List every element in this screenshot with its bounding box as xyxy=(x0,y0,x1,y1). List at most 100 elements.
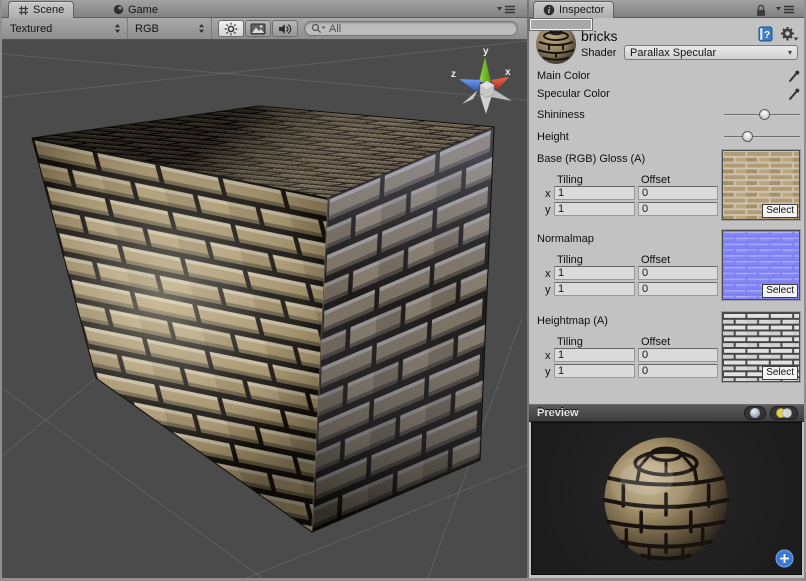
dropdown-arrow-icon: ▾ xyxy=(788,48,792,57)
color-mode-dropdown[interactable]: RGB xyxy=(129,18,212,39)
select-texture-button[interactable]: Select xyxy=(762,366,798,380)
specular-color-label: Specular Color xyxy=(537,88,610,100)
tiling-header: Tiling xyxy=(557,174,583,186)
height-label: Height xyxy=(537,131,569,143)
gizmo-z-label: z xyxy=(451,69,456,80)
up-down-arrows-icon xyxy=(114,23,121,34)
base-texture-thumbnail[interactable]: Select xyxy=(722,150,800,220)
tiling-y-field[interactable] xyxy=(554,202,635,216)
inspector-panel-menu-icon[interactable] xyxy=(775,4,795,14)
tab-scene[interactable]: Scene xyxy=(8,1,74,18)
texture-slot-heightmap: Heightmap (A) Tiling Offset x y xyxy=(529,310,804,390)
inspector-lock-icon[interactable] xyxy=(755,4,767,17)
shininess-slider[interactable] xyxy=(722,108,802,121)
normalmap-texture-thumbnail[interactable]: Select xyxy=(722,230,800,300)
main-color-label: Main Color xyxy=(537,70,590,82)
gear-icon xyxy=(780,26,799,42)
offset-header: Offset xyxy=(641,174,670,186)
search-placeholder: All xyxy=(329,23,341,35)
shader-label: Shader xyxy=(581,47,616,59)
scene-search[interactable]: All xyxy=(304,21,518,36)
x-axis-label: x xyxy=(545,350,551,362)
menu-caret-icon xyxy=(775,4,795,14)
question-book-icon: ? xyxy=(758,26,774,42)
scene-tabbar: Scene Game xyxy=(2,0,527,18)
preview-sphere-render xyxy=(532,423,801,574)
padlock-icon xyxy=(755,4,767,17)
main-color-eyedropper-icon[interactable] xyxy=(788,69,801,83)
scene-3d-render: y z x xyxy=(2,40,527,578)
scene-panel-menu-icon[interactable] xyxy=(496,4,516,14)
offset-header: Offset xyxy=(641,336,670,348)
offset-y-field[interactable] xyxy=(638,202,718,216)
y-axis-label: y xyxy=(545,366,551,378)
select-texture-button[interactable]: Select xyxy=(762,284,798,298)
y-axis-label: y xyxy=(545,284,551,296)
specular-color-eyedropper-icon[interactable] xyxy=(788,87,801,101)
scene-grid-icon xyxy=(18,5,29,16)
tab-game-label: Game xyxy=(128,4,158,16)
preview-viewport[interactable] xyxy=(531,422,802,575)
scene-viewport[interactable]: y z x xyxy=(2,40,527,578)
sphere-icon xyxy=(749,407,761,419)
preview-title: Preview xyxy=(537,407,579,419)
sun-icon xyxy=(224,22,238,36)
material-inspector: bricks ? Shader Parallax S xyxy=(529,18,804,404)
heightmap-texture-thumbnail[interactable]: Select xyxy=(722,312,800,382)
plus-icon xyxy=(775,549,794,568)
settings-button[interactable] xyxy=(780,26,799,45)
gizmo-y-label: y xyxy=(483,46,489,57)
menu-caret-icon xyxy=(496,4,516,14)
shader-dropdown[interactable]: Parallax Specular ▾ xyxy=(624,45,798,60)
scene-panel: Scene Game Textured xyxy=(2,0,527,578)
offset-x-field[interactable] xyxy=(638,266,718,280)
slider-track[interactable] xyxy=(724,136,800,138)
unity-editor-window: Scene Game Textured xyxy=(0,0,806,581)
up-down-arrows-icon xyxy=(198,23,205,34)
offset-y-field[interactable] xyxy=(638,364,718,378)
draw-mode-label: Textured xyxy=(10,23,52,35)
tab-inspector-label: Inspector xyxy=(559,4,604,16)
inspector-panel: i Inspector xyxy=(527,0,804,578)
tab-inspector[interactable]: i Inspector xyxy=(533,1,614,18)
height-slider[interactable] xyxy=(722,130,802,143)
scene-audio-toggle[interactable] xyxy=(272,20,298,37)
help-button[interactable]: ? xyxy=(758,26,774,45)
offset-x-field[interactable] xyxy=(638,348,718,362)
material-preview-panel: Preview xyxy=(529,404,804,578)
tiling-header: Tiling xyxy=(557,336,583,348)
info-icon: i xyxy=(543,4,555,16)
tab-game[interactable]: Game xyxy=(104,1,167,18)
add-button[interactable] xyxy=(775,549,794,568)
texture-slot-normalmap: Normalmap Tiling Offset x y xyxy=(529,228,804,308)
tiling-x-field[interactable] xyxy=(554,186,635,200)
slider-thumb[interactable] xyxy=(742,131,753,142)
x-axis-label: x xyxy=(545,268,551,280)
tiling-header: Tiling xyxy=(557,254,583,266)
offset-header: Offset xyxy=(641,254,670,266)
preview-shape-button[interactable] xyxy=(744,406,766,420)
search-icon xyxy=(311,23,326,34)
slot-label: Heightmap (A) xyxy=(537,315,608,327)
draw-mode-dropdown[interactable]: Textured xyxy=(4,18,128,39)
color-mode-label: RGB xyxy=(135,23,159,35)
speaker-icon xyxy=(278,23,292,35)
game-sphere-icon xyxy=(113,4,124,15)
tiling-y-field[interactable] xyxy=(554,282,635,296)
specular-color-swatch[interactable] xyxy=(529,18,593,31)
texture-slot-base: Base (RGB) Gloss (A) Tiling Offset x y xyxy=(529,148,804,228)
preview-lighting-button[interactable] xyxy=(770,406,798,420)
shader-value: Parallax Specular xyxy=(630,47,716,59)
svg-text:?: ? xyxy=(764,30,770,41)
scene-skybox-toggle[interactable] xyxy=(245,20,271,37)
tiling-x-field[interactable] xyxy=(554,266,635,280)
scene-lighting-toggle[interactable] xyxy=(218,20,244,37)
offset-y-field[interactable] xyxy=(638,282,718,296)
select-texture-button[interactable]: Select xyxy=(762,204,798,218)
y-axis-label: y xyxy=(545,204,551,216)
offset-x-field[interactable] xyxy=(638,186,718,200)
slider-thumb[interactable] xyxy=(759,109,770,120)
tiling-y-field[interactable] xyxy=(554,364,635,378)
slot-label: Base (RGB) Gloss (A) xyxy=(537,153,645,165)
tiling-x-field[interactable] xyxy=(554,348,635,362)
